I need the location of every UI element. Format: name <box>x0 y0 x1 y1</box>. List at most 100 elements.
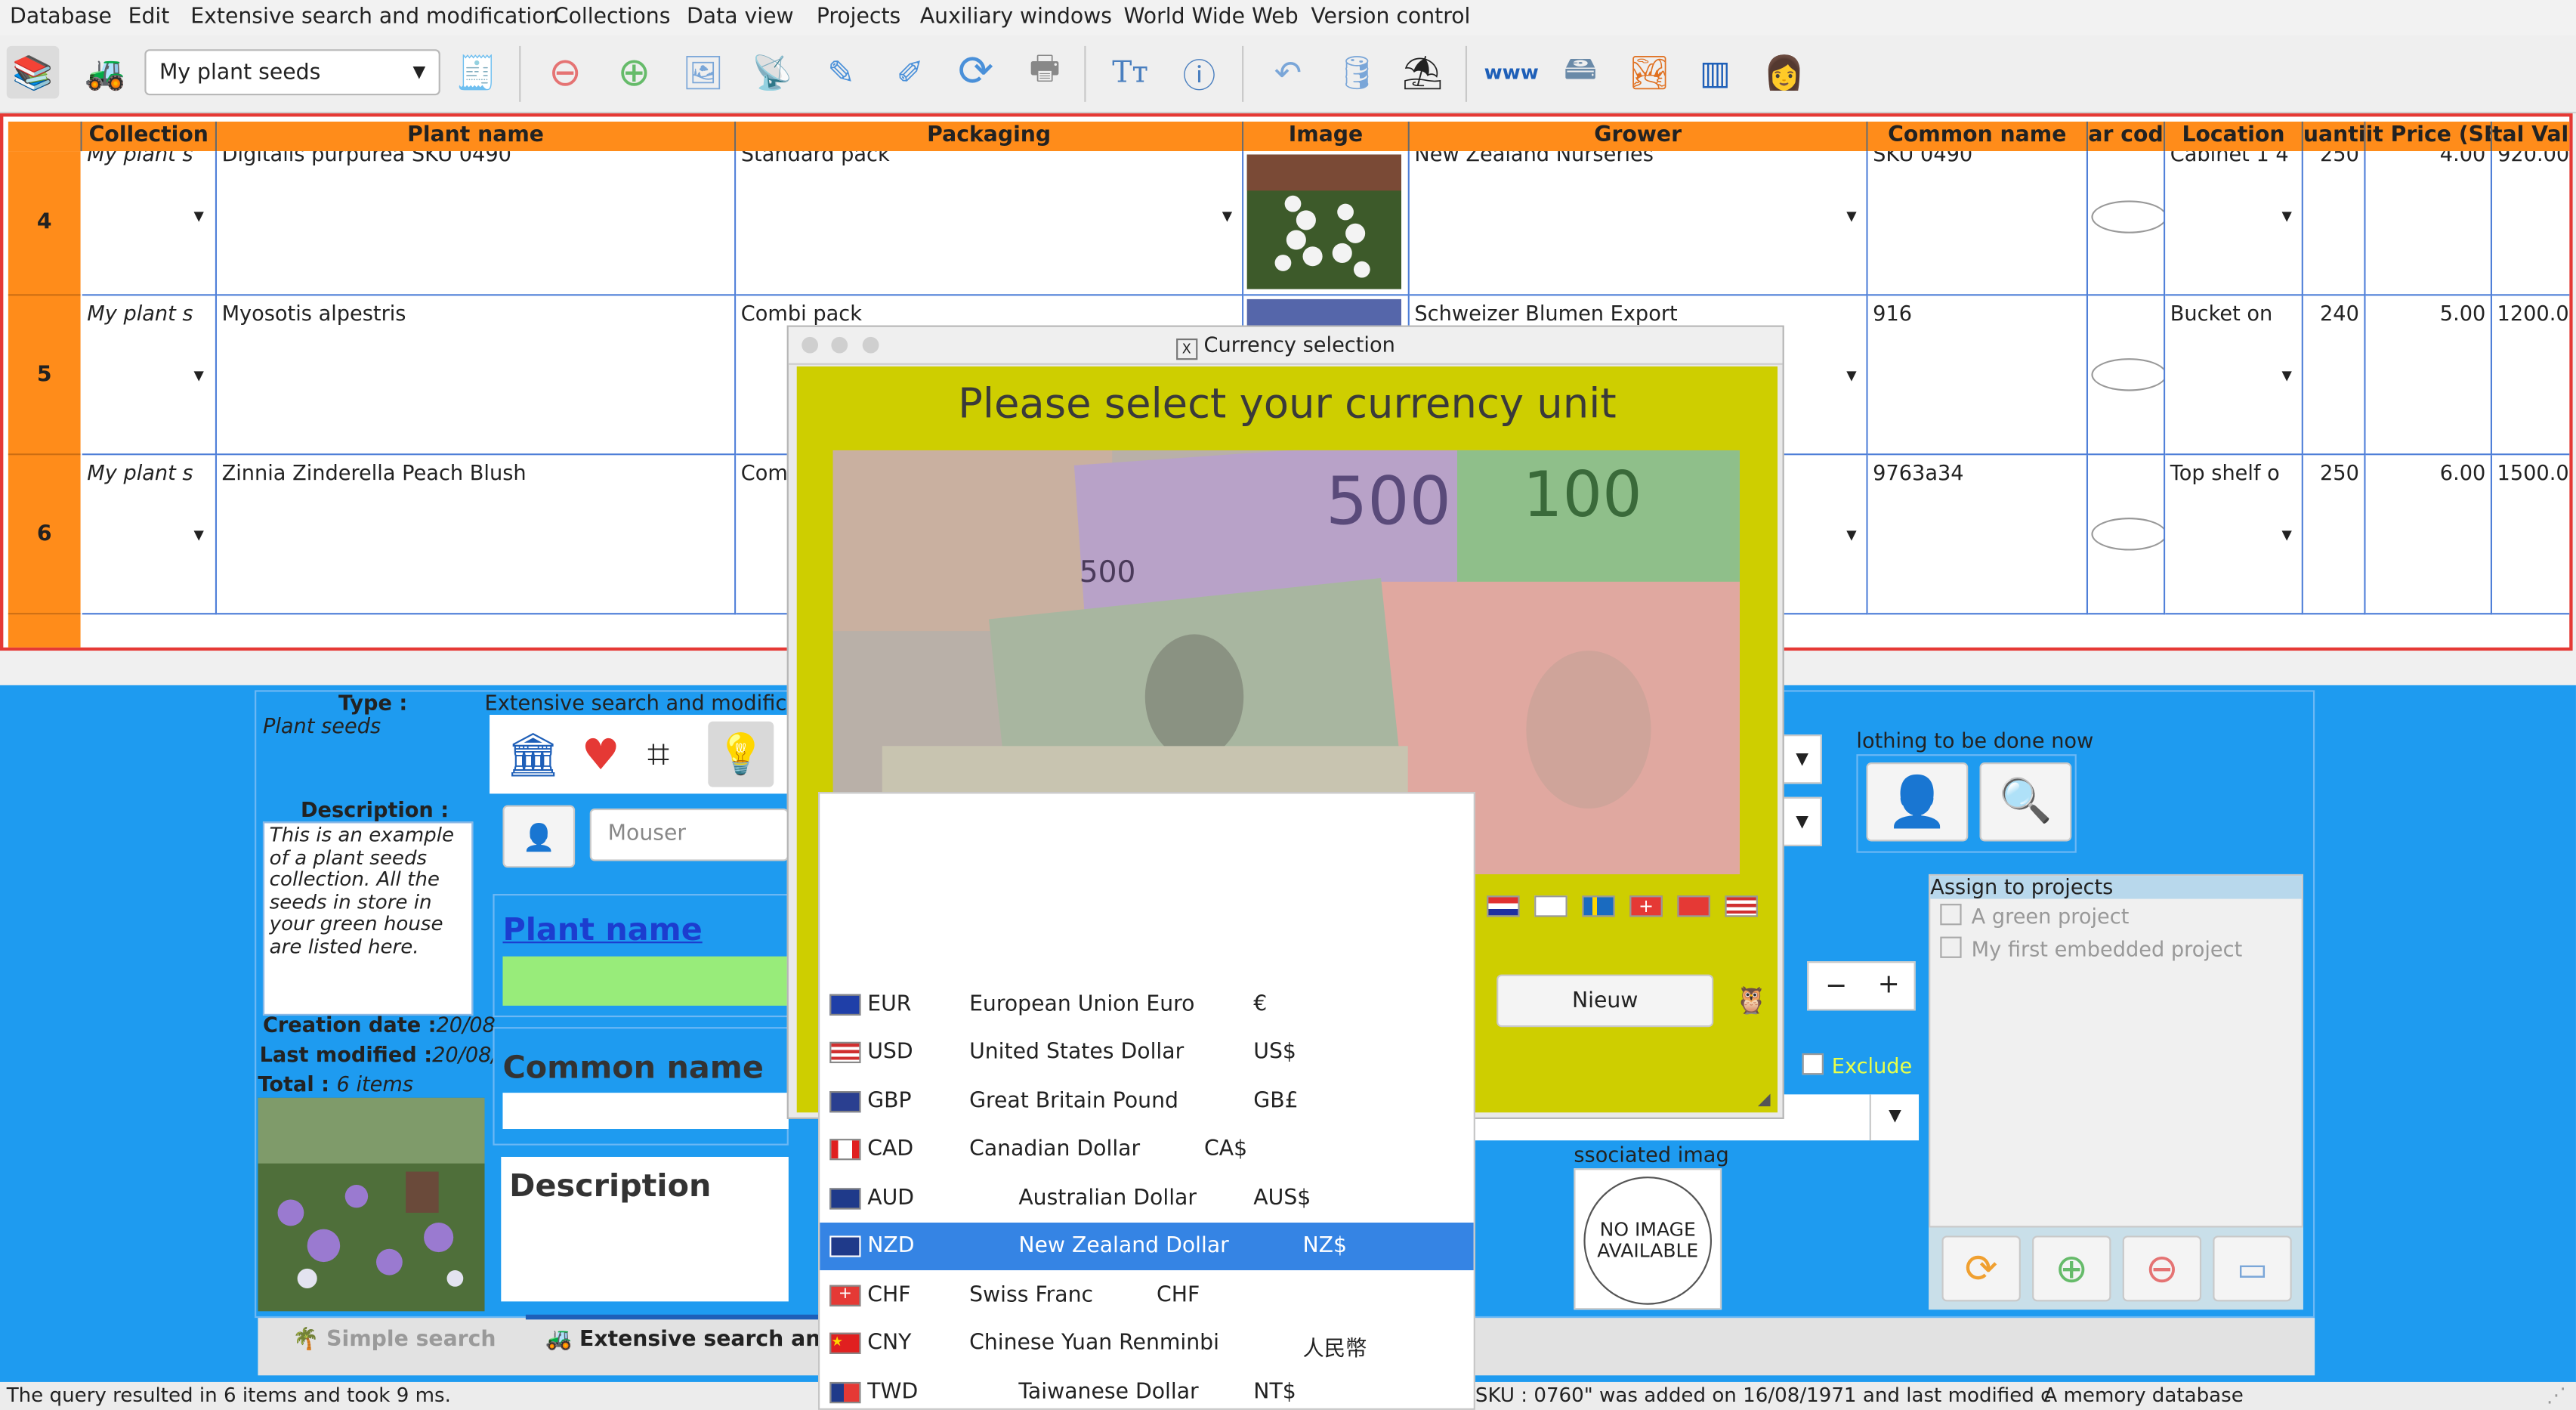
currency-option-chf[interactable]: + CHF Swiss Franc CHF <box>820 1272 1474 1319</box>
checkbox-icon[interactable] <box>1940 904 1962 926</box>
server-icon[interactable]: 🖴 <box>1554 46 1607 99</box>
column-quantity[interactable]: uanti <box>2303 121 2366 152</box>
plant-name-label[interactable]: Plant name <box>502 912 702 948</box>
chevron-down-icon[interactable]: ▼ <box>1869 1094 1920 1141</box>
table-cell-common-name[interactable]: SKU 0490 <box>1867 151 2089 296</box>
checkbox-icon[interactable] <box>1802 1053 1824 1075</box>
plus-icon[interactable]: + <box>1878 968 1900 999</box>
museum-icon[interactable]: 🏛 <box>506 731 561 781</box>
menu-edit[interactable]: Edit <box>128 5 170 30</box>
table-cell-common-name[interactable]: 916 <box>1867 295 2089 456</box>
common-name-input[interactable] <box>502 1093 789 1130</box>
undo-icon[interactable]: ↶ <box>1262 46 1314 99</box>
dialog-titlebar[interactable]: X Currency selection <box>788 326 1783 365</box>
chevron-down-icon[interactable]: ▼ <box>1843 368 1860 385</box>
close-window-icon[interactable] <box>802 336 819 354</box>
cash-register-icon[interactable]: 🧾 <box>450 46 503 99</box>
currency-option-cny[interactable]: ★ CNY Chinese Yuan Renminbi 人民幣 <box>820 1319 1474 1367</box>
owl-icon[interactable]: 🦉 <box>1734 985 1767 1016</box>
table-cell-quantity[interactable]: 250 <box>2303 151 2366 296</box>
currency-option-nzd[interactable]: NZD New Zealand Dollar NZ$ <box>820 1222 1474 1271</box>
collection-selector[interactable]: My plant seeds ▼ <box>144 49 440 96</box>
table-cell-barcode[interactable] <box>2088 455 2166 615</box>
flag-se-icon[interactable] <box>1582 895 1615 917</box>
quantity-stepper[interactable]: − + <box>1807 961 1916 1011</box>
table-cell-quantity[interactable]: 240 <box>2303 295 2366 456</box>
chevron-down-icon[interactable]: ▼ <box>1843 209 1860 225</box>
edit-field-icon[interactable]: ✐ <box>884 46 937 99</box>
add-image-icon[interactable]: 🖼 <box>677 46 730 99</box>
chevron-down-icon[interactable]: ▼ <box>2278 209 2295 225</box>
currency-list[interactable]: EUR European Union Euro € USD United Sta… <box>818 792 1475 1410</box>
help-person-icon[interactable]: 👩 <box>1758 46 1811 99</box>
plant-name-input[interactable] <box>502 956 789 1006</box>
currency-option-gbp[interactable]: GBP Great Britain Pound GB£ <box>820 1078 1474 1126</box>
table-cell-image[interactable] <box>1243 151 1410 296</box>
chevron-down-icon[interactable]: ▼ <box>1219 209 1236 225</box>
currency-option-usd[interactable]: USD United States Dollar US$ <box>820 1028 1474 1076</box>
menu-projects[interactable]: Projects <box>817 5 900 30</box>
mouser-input[interactable]: Mouser <box>589 808 789 861</box>
currency-option-twd[interactable]: TWD Taiwanese Dollar NT$ <box>820 1369 1474 1408</box>
flag-kr-icon[interactable] <box>1534 895 1568 917</box>
heart-icon[interactable]: ♥ <box>582 731 620 781</box>
column-grower[interactable]: Grower <box>1409 121 1868 152</box>
menu-data-view[interactable]: Data view <box>687 5 794 30</box>
flag-za-icon[interactable] <box>1487 895 1520 917</box>
table-cell-plant-name[interactable]: Myosotis alpestris <box>217 295 737 456</box>
exclude-checkbox[interactable]: Exclude <box>1802 1053 1912 1078</box>
project-checkbox-a-green-project[interactable]: A green project <box>1940 904 2129 929</box>
column-packaging[interactable]: Packaging <box>736 121 1244 152</box>
resize-grip-icon[interactable]: ◢ <box>1758 1091 1771 1109</box>
person-icon[interactable]: 👤 <box>1866 762 1969 842</box>
print-icon[interactable]: 🖶 <box>1018 46 1071 99</box>
collections-icon[interactable]: 📚 <box>6 45 60 99</box>
barcode-icon[interactable]: ▥ <box>1689 46 1742 99</box>
table-cell-grower[interactable]: New Zealand Nurseries <box>1409 151 1868 296</box>
chevron-down-icon[interactable]: ▼ <box>190 368 207 385</box>
menu-collections[interactable]: Collections <box>554 5 671 30</box>
menu-world-wide-web[interactable]: World Wide Web <box>1123 5 1298 30</box>
chevron-down-icon[interactable]: ▼ <box>1782 796 1822 846</box>
table-cell-price[interactable]: 4.00 <box>2365 151 2493 296</box>
edit-icon[interactable]: ✎ <box>815 46 868 99</box>
refresh-icon[interactable]: ⟳ <box>950 46 1002 99</box>
menu-extensive-search[interactable]: Extensive search and modification <box>190 5 558 30</box>
maximize-window-icon[interactable] <box>862 336 879 354</box>
table-cell-quantity[interactable]: 250 <box>2303 455 2366 615</box>
flag-ch-icon[interactable]: + <box>1629 895 1663 917</box>
chevron-down-icon[interactable]: ▼ <box>1843 527 1860 544</box>
nieuw-button[interactable]: Nieuw <box>1496 974 1714 1028</box>
beach-umbrella-icon[interactable]: ⛱ <box>1396 46 1449 99</box>
flag-tw-icon[interactable] <box>1677 895 1710 917</box>
lightbulb-icon[interactable]: 💡 <box>708 721 774 787</box>
column-total-value[interactable]: tal Valu <box>2492 121 2570 152</box>
associated-image-frame[interactable]: NO IMAGE AVAILABLE <box>1574 1168 1722 1310</box>
column-common-name[interactable]: Common name <box>1867 121 2089 152</box>
menu-database[interactable]: Database <box>10 5 112 30</box>
remove-icon[interactable]: ⊖ <box>2122 1235 2202 1302</box>
column-location[interactable]: Location <box>2165 121 2303 152</box>
chevron-down-icon[interactable]: ▼ <box>2278 368 2295 385</box>
add-icon[interactable]: ⊕ <box>2032 1235 2111 1302</box>
column-image[interactable]: Image <box>1243 121 1410 152</box>
menu-auxiliary-windows[interactable]: Auxiliary windows <box>920 5 1112 30</box>
font-icon[interactable]: Tт <box>1104 46 1157 99</box>
table-cell-plant-name[interactable]: Digitalis purpurea SKU 0490 <box>217 151 737 296</box>
chevron-down-icon[interactable]: ▼ <box>1782 734 1822 784</box>
menu-version-control[interactable]: Version control <box>1311 5 1470 30</box>
chevron-down-icon[interactable]: ▼ <box>2278 527 2295 544</box>
checkbox-icon[interactable] <box>1940 936 1962 958</box>
www-icon[interactable]: www <box>1484 46 1539 99</box>
add-icon[interactable]: ⊕ <box>608 46 661 99</box>
currency-option-eur[interactable]: EUR European Union Euro € <box>820 981 1474 1028</box>
tab-extensive-search[interactable]: 🚜 Extensive search and <box>545 1328 836 1353</box>
flag-us-icon[interactable] <box>1725 895 1758 917</box>
table-cell-total[interactable]: 1500.00 <box>2492 455 2570 615</box>
tab-simple-search[interactable]: 🌴 Simple search <box>292 1328 496 1353</box>
excavator-icon[interactable]: 🚜 <box>79 46 131 99</box>
column-unit-price[interactable]: it Price (SE <box>2365 121 2493 152</box>
chevron-down-icon[interactable]: ▼ <box>190 527 207 544</box>
info-icon[interactable]: ⓘ <box>1173 46 1226 99</box>
table-cell-barcode[interactable] <box>2088 295 2166 456</box>
